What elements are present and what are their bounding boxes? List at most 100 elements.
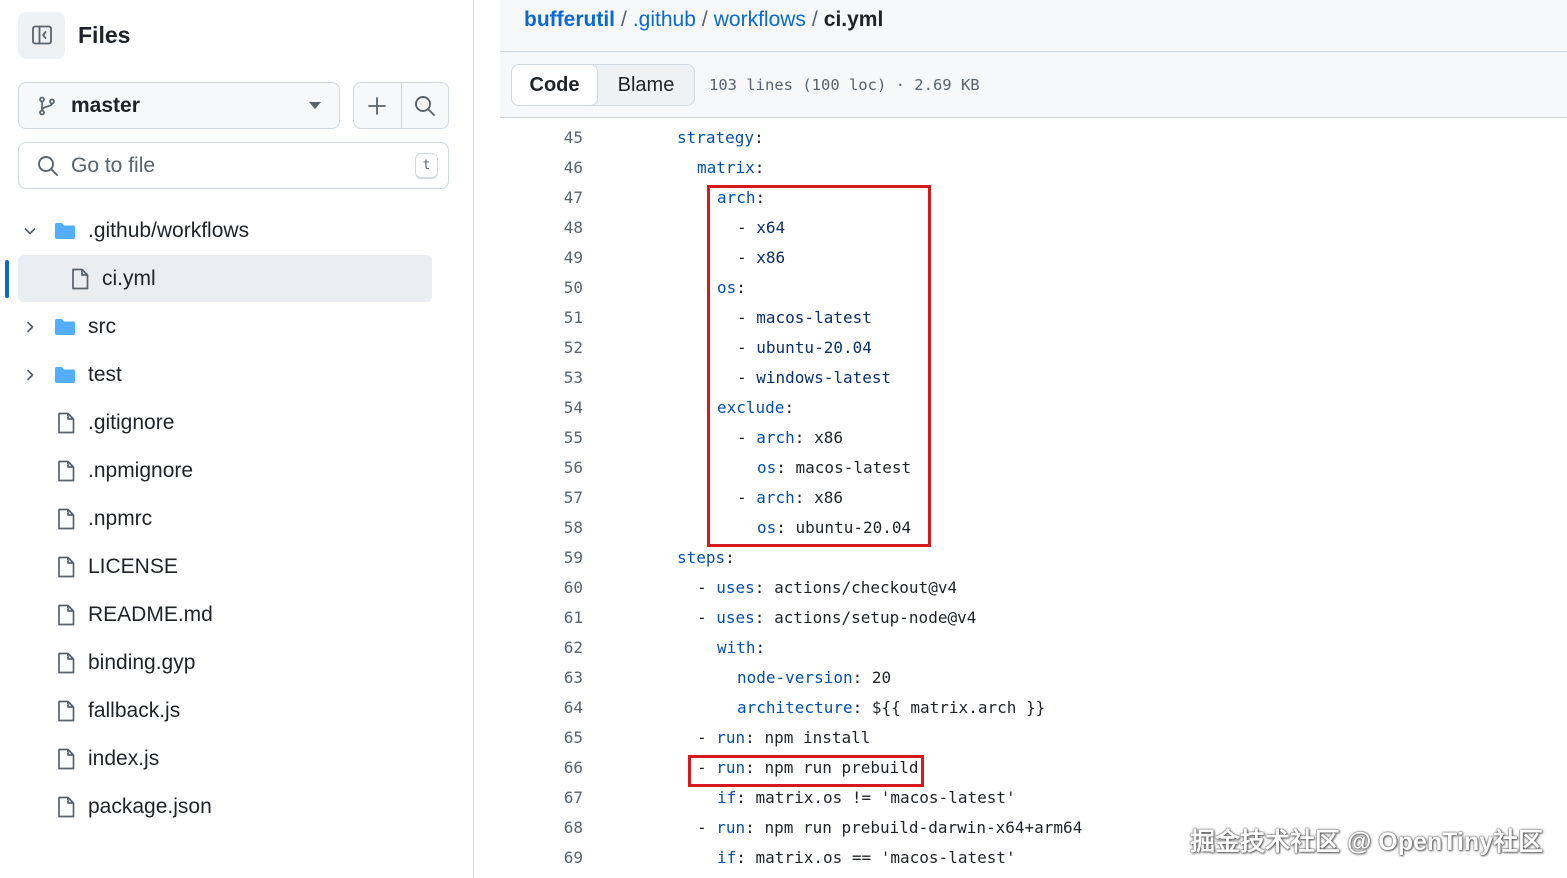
line-number[interactable]: 55 <box>500 423 583 453</box>
branch-toolbar: master <box>18 82 449 129</box>
tree-file-ci-yml[interactable]: ci.yml <box>0 255 474 303</box>
code-line: 55 - arch: x86 <box>500 423 1567 453</box>
yaml-colon: : <box>852 698 872 717</box>
tree-file-license[interactable]: LICENSE <box>0 543 474 591</box>
go-to-file-input[interactable]: Go to file t <box>18 142 449 189</box>
yaml-dash: - <box>697 578 717 597</box>
breadcrumb-repo-link[interactable]: bufferutil <box>524 8 615 31</box>
line-number[interactable]: 49 <box>500 243 583 273</box>
breadcrumb-separator: / <box>811 8 818 31</box>
yaml-key: arch <box>756 428 795 447</box>
tree-item-label: src <box>88 315 116 338</box>
tree-file-binding-gyp[interactable]: binding.gyp <box>0 639 474 687</box>
yaml-colon: : <box>754 128 764 147</box>
line-number[interactable]: 66 <box>500 753 583 783</box>
yaml-dash: - <box>737 308 757 327</box>
code-line: 45 strategy: <box>500 123 1567 153</box>
folder-icon <box>52 219 76 243</box>
line-number[interactable]: 45 <box>500 123 583 153</box>
line-number[interactable]: 62 <box>500 633 583 663</box>
yaml-key: exclude <box>717 398 785 417</box>
tree-folder-test[interactable]: test <box>0 351 474 399</box>
yaml-colon: : <box>754 578 775 597</box>
tree-file-readme-md[interactable]: README.md <box>0 591 474 639</box>
file-icon <box>54 411 78 435</box>
yaml-value: ${{ matrix.arch }} <box>871 698 1046 717</box>
yaml-value: x86 <box>814 488 843 507</box>
collapse-sidebar-button[interactable] <box>18 11 65 59</box>
line-number[interactable]: 63 <box>500 663 583 693</box>
tree-file-index-js[interactable]: index.js <box>0 735 474 783</box>
breadcrumb-workflows-link[interactable]: workflows <box>714 8 806 31</box>
tree-folder-src[interactable]: src <box>0 303 474 351</box>
yaml-dash: - <box>697 608 717 627</box>
go-to-file-placeholder: Go to file <box>71 153 156 177</box>
file-icon <box>54 747 78 771</box>
search-code-button[interactable] <box>400 83 448 128</box>
yaml-key: matrix <box>697 158 755 177</box>
branch-selector[interactable]: master <box>18 82 340 129</box>
chevron-down-icon[interactable] <box>20 221 40 241</box>
line-number[interactable]: 50 <box>500 273 583 303</box>
line-number[interactable]: 61 <box>500 603 583 633</box>
yaml-value: npm run prebuild <box>764 758 919 777</box>
tree-file-npmrc[interactable]: .npmrc <box>0 495 474 543</box>
line-number[interactable]: 47 <box>500 183 583 213</box>
tree-item-label: README.md <box>88 603 213 626</box>
yaml-value: macos-latest <box>795 458 912 477</box>
keyboard-shortcut-hint: t <box>415 152 438 179</box>
line-number[interactable]: 59 <box>500 543 583 573</box>
line-number[interactable]: 52 <box>500 333 583 363</box>
yaml-dash: - <box>737 488 757 507</box>
code-text: - x64 <box>737 213 785 243</box>
chevron-down-icon <box>309 102 321 109</box>
search-icon <box>38 155 58 176</box>
line-number[interactable]: 68 <box>500 813 583 843</box>
code-line: 63 node-version: 20 <box>500 663 1567 693</box>
tree-file-package-json[interactable]: package.json <box>0 783 474 831</box>
breadcrumb-current-file: ci.yml <box>823 8 884 31</box>
yaml-key: arch <box>756 488 795 507</box>
yaml-colon: : <box>754 158 765 177</box>
tree-file-gitignore[interactable]: .gitignore <box>0 399 474 447</box>
yaml-colon: : <box>754 608 775 627</box>
file-tree: .github/workflows ci.yml src test .gitignore… <box>0 207 474 831</box>
add-file-button[interactable] <box>354 83 401 128</box>
tree-item-label: LICENSE <box>88 555 178 578</box>
code-text: - run: npm run prebuild-darwin-x64+arm64 <box>697 813 1082 843</box>
tree-folder-github-workflows[interactable]: .github/workflows <box>0 207 474 255</box>
file-icon <box>54 699 78 723</box>
line-number[interactable]: 67 <box>500 783 583 813</box>
yaml-colon: : <box>784 398 795 417</box>
line-number[interactable]: 57 <box>500 483 583 513</box>
tree-item-label: .npmignore <box>88 459 194 482</box>
line-number[interactable]: 58 <box>500 513 583 543</box>
line-number[interactable]: 54 <box>500 393 583 423</box>
chevron-right-icon[interactable] <box>20 317 40 337</box>
code-text: - uses: actions/checkout@v4 <box>697 573 957 603</box>
line-number[interactable]: 69 <box>500 843 583 873</box>
tree-item-label: package.json <box>88 795 212 818</box>
yaml-colon: : <box>745 818 765 837</box>
code-text: node-version: 20 <box>737 663 891 693</box>
line-number[interactable]: 65 <box>500 723 583 753</box>
tab-code[interactable]: Code <box>511 64 598 106</box>
line-number[interactable]: 48 <box>500 213 583 243</box>
yaml-key: if <box>717 848 737 867</box>
line-number[interactable]: 46 <box>500 153 583 183</box>
chevron-right-icon[interactable] <box>20 365 40 385</box>
yaml-dash: - <box>737 218 757 237</box>
breadcrumb-github-link[interactable]: .github <box>633 8 696 31</box>
code-text: - arch: x86 <box>737 423 843 453</box>
line-number[interactable]: 51 <box>500 303 583 333</box>
tree-file-fallback-js[interactable]: fallback.js <box>0 687 474 735</box>
line-number[interactable]: 53 <box>500 363 583 393</box>
line-number[interactable]: 60 <box>500 573 583 603</box>
line-number[interactable]: 64 <box>500 693 583 723</box>
line-number[interactable]: 56 <box>500 453 583 483</box>
yaml-value: macos-latest <box>756 308 872 327</box>
yaml-key: os <box>717 278 737 297</box>
yaml-colon: : <box>755 638 766 657</box>
tree-file-npmignore[interactable]: .npmignore <box>0 447 474 495</box>
tab-blame[interactable]: Blame <box>598 65 694 105</box>
